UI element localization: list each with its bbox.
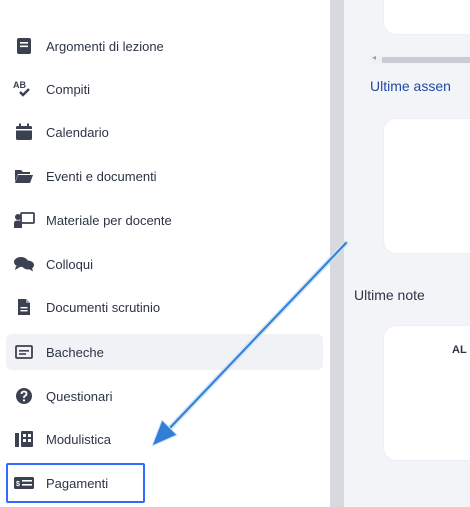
main-content: ◂ Ultime assen Ultime note AL bbox=[344, 0, 470, 507]
pagamenti-highlight-box bbox=[6, 463, 145, 503]
sidebar-item-label: Calendario bbox=[46, 124, 109, 140]
spellcheck-icon: AB bbox=[10, 77, 38, 101]
scroll-left-icon[interactable]: ◂ bbox=[372, 53, 376, 62]
sidebar-item-label: Documenti scrutinio bbox=[46, 299, 161, 315]
teacher-icon bbox=[10, 208, 38, 232]
absences-card bbox=[384, 119, 470, 253]
scrollbar-thumb[interactable] bbox=[382, 57, 470, 63]
sidebar-item-argomenti-di-lezione[interactable]: Argomenti di lezione bbox=[6, 28, 323, 64]
sidebar-item-documenti-scrutinio[interactable]: Documenti scrutinio bbox=[6, 289, 323, 325]
sidebar-item-label: Bacheche bbox=[46, 344, 104, 360]
sidebar-item-modulistica[interactable]: Modulistica bbox=[6, 421, 323, 457]
absences-title: Ultime assen bbox=[370, 78, 451, 94]
notes-card: AL bbox=[384, 326, 470, 460]
sidebar-item-calendario[interactable]: Calendario bbox=[6, 114, 323, 150]
forms-icon bbox=[10, 427, 38, 451]
sidebar-item-questionari[interactable]: Questionari bbox=[6, 378, 323, 414]
sidebar-item-label: Eventi e documenti bbox=[46, 168, 157, 184]
notes-card-label: AL bbox=[452, 344, 467, 356]
svg-text:AB: AB bbox=[13, 80, 26, 90]
folder-open-icon bbox=[10, 164, 38, 188]
panel-divider bbox=[330, 0, 344, 507]
sidebar-item-label: Compiti bbox=[46, 81, 91, 97]
sidebar: Argomenti di lezione AB Compiti Calendar… bbox=[0, 0, 330, 507]
sidebar-item-label: Argomenti di lezione bbox=[46, 38, 164, 54]
top-card bbox=[384, 0, 470, 34]
sidebar-item-label: Questionari bbox=[46, 388, 113, 404]
horizontal-scrollbar[interactable]: ◂ bbox=[370, 53, 470, 64]
sidebar-item-label: Colloqui bbox=[46, 256, 93, 272]
notes-title: Ultime note bbox=[354, 287, 425, 303]
sidebar-item-compiti[interactable]: AB Compiti bbox=[6, 71, 323, 107]
document-icon bbox=[10, 295, 38, 319]
sidebar-item-eventi-e-documenti[interactable]: Eventi e documenti bbox=[6, 158, 323, 194]
board-icon bbox=[10, 340, 38, 364]
chat-icon bbox=[10, 252, 38, 276]
calendar-icon bbox=[10, 120, 38, 144]
sidebar-item-bacheche[interactable]: Bacheche bbox=[6, 334, 323, 370]
sidebar-item-colloqui[interactable]: Colloqui bbox=[6, 246, 323, 282]
question-icon bbox=[10, 384, 38, 408]
sidebar-item-materiale-per-docente[interactable]: Materiale per docente bbox=[6, 202, 323, 238]
sidebar-item-label: Materiale per docente bbox=[46, 212, 172, 228]
sidebar-item-label: Modulistica bbox=[46, 431, 112, 447]
book-icon bbox=[10, 34, 38, 58]
